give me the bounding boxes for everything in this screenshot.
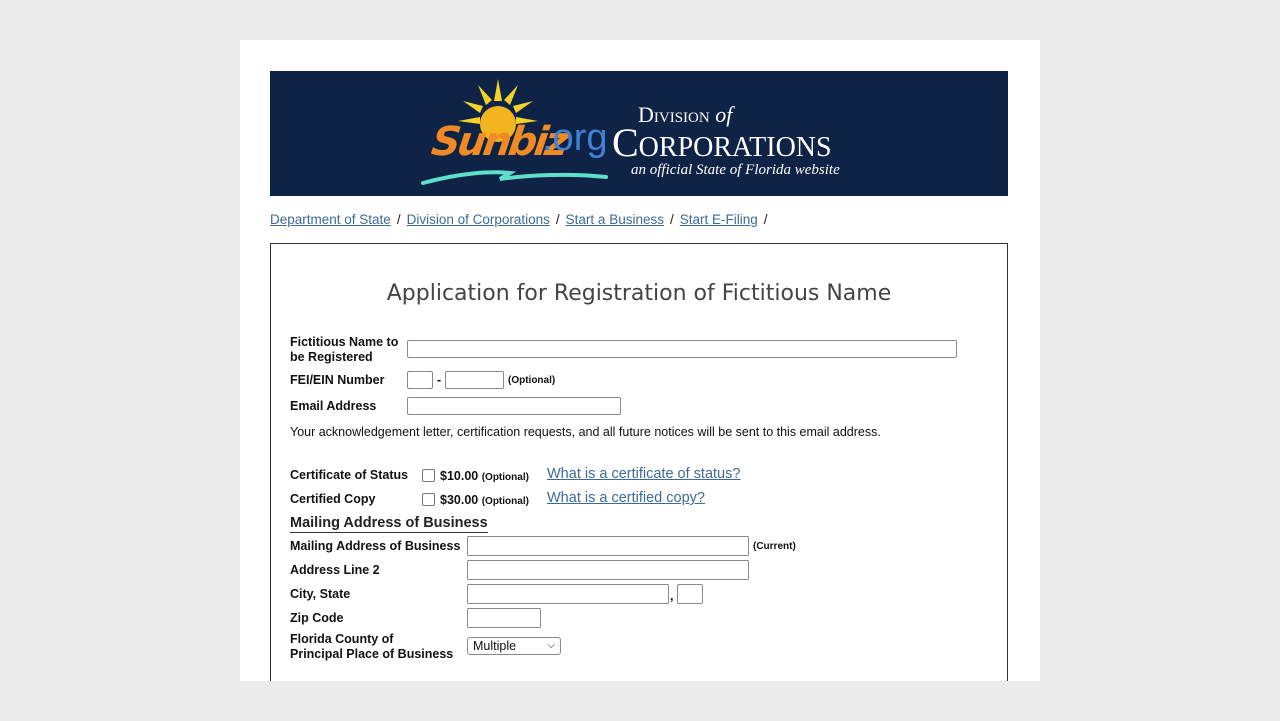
breadcrumb-division-of-corporations[interactable]: Division of Corporations [407,212,550,227]
certificate-of-status-amount: $10.00 [440,469,479,483]
sunbiz-banner[interactable]: Sunbiz .org Division of Corporations an … [270,71,1008,196]
city-state-label: City, State [290,587,351,601]
mailing-address-section-heading: Mailing Address of Business [290,515,488,533]
breadcrumb: Department of State / Division of Corporat… [270,212,774,227]
logo-org-text: .org [542,117,608,159]
certified-copy-price: $30.00 (Optional) [440,493,529,507]
certified-copy-checkbox[interactable] [422,493,435,506]
corporations-heading: Corporations [612,120,832,165]
email-notice-text: Your acknowledgement letter, certificati… [290,425,881,439]
certificate-of-status-price: $10.00 (Optional) [440,469,529,483]
county-label-line2: Principal Place of Business [290,647,454,661]
certified-copy-help-link[interactable]: What is a certified copy? [547,490,705,506]
breadcrumb-department-of-state[interactable]: Department of State [270,212,391,227]
certified-copy-amount: $30.00 [440,493,479,507]
breadcrumb-separator: / [555,212,560,227]
fictitious-name-label: Fictitious Name to be Registered [290,335,398,365]
county-select[interactable]: Multiple ⌵ [467,637,561,655]
county-label-line1: Florida County of [290,632,394,646]
address-line2-input[interactable] [467,560,749,580]
mailing-address-current-note: (Current) [753,541,796,552]
certificate-of-status-help-link[interactable]: What is a certificate of status? [547,466,740,482]
certificate-of-status-checkbox[interactable] [422,469,435,482]
fei-ein-dash: - [437,373,442,387]
fei-ein-number-input[interactable] [445,371,504,389]
breadcrumb-start-a-business[interactable]: Start a Business [566,212,664,227]
fei-ein-label: FEI/EIN Number [290,373,385,387]
city-input[interactable] [467,584,669,604]
breadcrumb-separator: / [763,212,768,227]
chevron-down-icon: ⌵ [547,640,555,651]
fictitious-name-input[interactable] [407,340,957,358]
certificate-of-status-label: Certificate of Status [290,468,409,482]
fei-ein-optional-note: (Optional) [508,375,556,386]
mailing-address-input[interactable] [467,536,749,556]
application-form: Application for Registration of Fictitio… [270,243,1008,681]
fictitious-name-label-line2: be Registered [290,350,373,364]
state-input[interactable] [677,584,703,604]
zip-code-label: Zip Code [290,611,344,625]
county-label: Florida County of Principal Place of Bus… [290,632,453,662]
certificate-of-status-optional-note: (Optional) [481,472,529,483]
city-state-comma: , [670,589,674,603]
fictitious-name-label-line1: Fictitious Name to [290,335,399,349]
official-tagline: an official State of Florida website [631,162,840,178]
wave-logo-icon [421,170,608,185]
breadcrumb-separator: / [396,212,401,227]
certified-copy-optional-note: (Optional) [481,496,529,507]
page-title: Application for Registration of Fictitio… [386,281,892,306]
page-container: Sunbiz .org Division of Corporations an … [240,40,1040,681]
mailing-address-label: Mailing Address of Business [290,539,461,553]
breadcrumb-start-e-filing[interactable]: Start E-Filing [680,212,758,227]
breadcrumb-separator: / [669,212,674,227]
county-selected-value: Multiple [473,639,517,653]
email-input[interactable] [407,397,621,415]
certified-copy-label: Certified Copy [290,492,376,506]
zip-code-input[interactable] [467,608,541,628]
email-label: Email Address [290,399,377,413]
address-line2-label: Address Line 2 [290,563,380,577]
fei-ein-prefix-input[interactable] [407,371,433,389]
